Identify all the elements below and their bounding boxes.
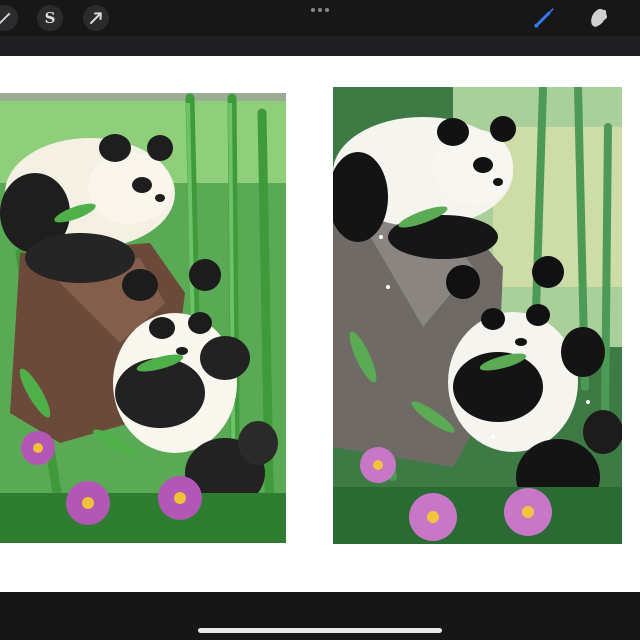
finished-panda-painting xyxy=(333,87,622,544)
transform-arrow-icon[interactable] xyxy=(83,5,109,31)
top-toolbar: S xyxy=(0,0,640,36)
sketch-panda-painting xyxy=(0,93,286,543)
toolbar-shadow-strip xyxy=(0,36,640,56)
selection-s-icon[interactable]: S xyxy=(37,5,63,31)
brush-icon[interactable] xyxy=(530,4,558,32)
more-dots-icon[interactable] xyxy=(308,6,332,14)
magic-wand-icon[interactable] xyxy=(0,5,18,31)
smudge-icon[interactable] xyxy=(585,4,613,32)
home-indicator[interactable] xyxy=(198,628,442,633)
drawing-canvas[interactable] xyxy=(0,56,640,592)
selection-glyph: S xyxy=(44,9,56,27)
